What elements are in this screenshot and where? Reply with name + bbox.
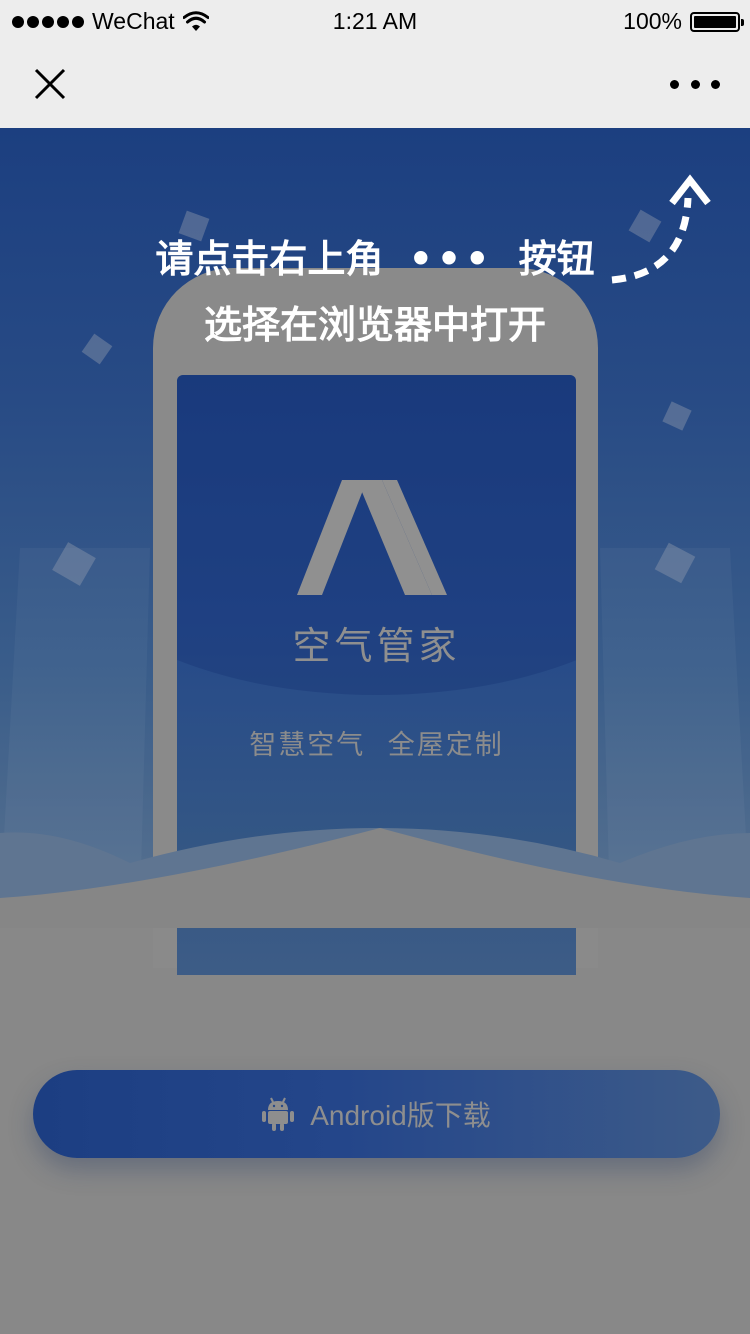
battery-icon: [690, 11, 744, 32]
more-icon: [670, 79, 679, 89]
more-button[interactable]: [670, 70, 720, 98]
content-area: 空气管家 智慧空气 全屋定制 请点击右上角 ••• 按钮 选择在浏览器中打开 A…: [0, 128, 750, 1334]
app-logo-icon: [297, 480, 447, 595]
hint-line-1-suffix: 按钮: [518, 237, 595, 281]
hint-dots: •••: [408, 237, 494, 281]
battery-percent: 100%: [623, 8, 682, 34]
nav-bar: [0, 40, 750, 128]
android-icon: [262, 1097, 295, 1131]
close-icon: [34, 68, 66, 100]
close-button[interactable]: [30, 64, 70, 104]
app-name: 空气管家: [292, 624, 461, 668]
pointer-arrow-icon: [611, 174, 711, 284]
app-slogan: 智慧空气 全屋定制: [249, 730, 504, 761]
download-label: Android版下载: [310, 1100, 491, 1131]
android-download-button[interactable]: Android版下载: [33, 1070, 720, 1158]
status-bar: WeChat 1:21 AM 100%: [0, 0, 750, 40]
battery-fill: [694, 15, 736, 28]
hint-line-2: 选择在浏览器中打开: [203, 303, 546, 347]
hint-line-1-prefix: 请点击右上角: [155, 237, 384, 281]
status-right: 100%: [623, 8, 744, 35]
wave-decoration: [0, 828, 750, 928]
